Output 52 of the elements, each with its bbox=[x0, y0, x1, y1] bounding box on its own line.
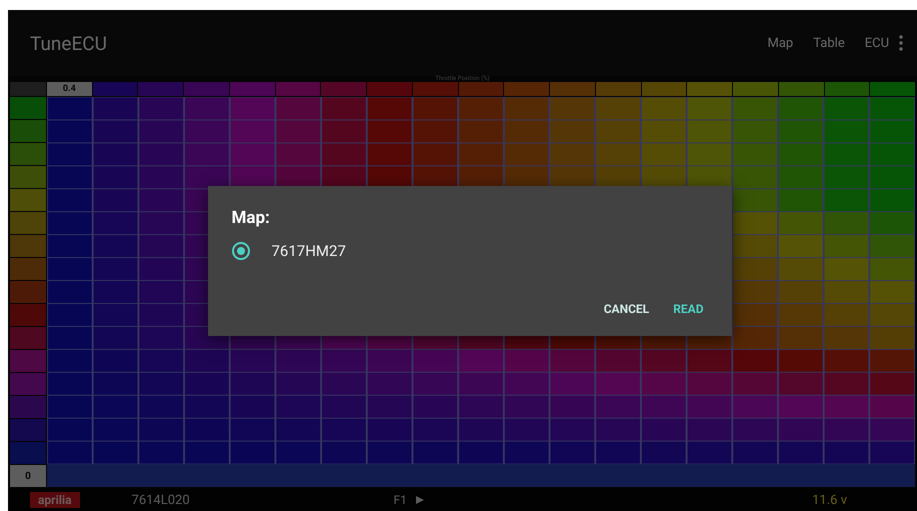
row-header bbox=[10, 189, 46, 211]
row-header bbox=[10, 258, 46, 280]
radio-button[interactable] bbox=[232, 242, 250, 260]
overflow-menu-icon[interactable] bbox=[899, 35, 903, 51]
row-header bbox=[10, 212, 46, 234]
column-header bbox=[367, 82, 412, 96]
column-header bbox=[92, 82, 138, 96]
column-header bbox=[138, 82, 184, 96]
column-header bbox=[550, 82, 595, 96]
row-header bbox=[10, 442, 46, 464]
column-header bbox=[642, 82, 686, 96]
menu-action[interactable]: Table bbox=[803, 36, 855, 50]
dialog-button[interactable]: CANCEL bbox=[596, 298, 658, 320]
play-icon[interactable] bbox=[414, 495, 425, 505]
corner-cell bbox=[10, 82, 46, 96]
menu-action[interactable]: ECU bbox=[854, 36, 899, 50]
row-header bbox=[10, 304, 46, 326]
map-id: 7614L020 bbox=[132, 492, 191, 508]
row-header bbox=[10, 166, 46, 188]
column-header bbox=[778, 82, 824, 96]
row-header bbox=[10, 281, 46, 303]
dialog-title: Map: bbox=[232, 208, 271, 228]
row-header bbox=[10, 350, 46, 372]
brand-badge: aprilia bbox=[30, 492, 80, 508]
row-header bbox=[10, 419, 46, 441]
dialog-button[interactable]: READ bbox=[665, 298, 712, 320]
column-header bbox=[870, 82, 915, 96]
app-title: TuneECU bbox=[30, 32, 108, 54]
column-header bbox=[321, 82, 366, 96]
row-header bbox=[10, 143, 46, 165]
column-header bbox=[458, 82, 504, 96]
page-label: F1 bbox=[394, 493, 407, 507]
row-header: 0 bbox=[10, 465, 46, 487]
column-header bbox=[687, 82, 732, 96]
row-header bbox=[10, 120, 46, 142]
column-header bbox=[596, 82, 641, 96]
row-header bbox=[10, 97, 46, 119]
column-header bbox=[230, 82, 275, 96]
column-header bbox=[504, 82, 550, 96]
column-header bbox=[276, 82, 320, 96]
column-header: 0.4 bbox=[47, 82, 92, 96]
column-header bbox=[412, 82, 458, 96]
menu-action[interactable]: Map bbox=[758, 36, 804, 50]
row-header bbox=[10, 327, 46, 349]
voltage-reading: 11.6 v bbox=[812, 492, 847, 508]
column-header bbox=[184, 82, 229, 96]
column-header bbox=[733, 82, 778, 96]
row-header bbox=[10, 396, 46, 418]
option-label[interactable]: 7617HM27 bbox=[272, 242, 346, 260]
row-header bbox=[10, 235, 46, 257]
column-header bbox=[824, 82, 870, 96]
row-header bbox=[10, 373, 46, 395]
